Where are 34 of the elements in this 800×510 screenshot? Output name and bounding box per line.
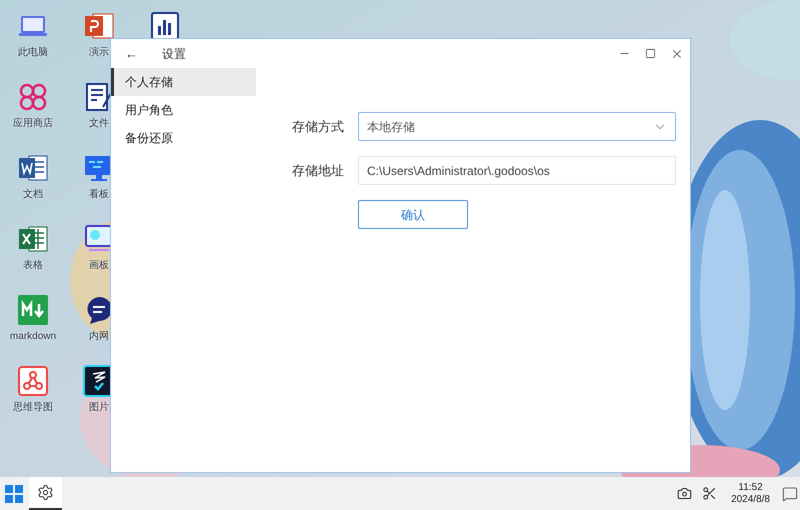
clover-icon (17, 81, 49, 113)
clock-date: 2024/8/8 (731, 494, 770, 506)
field-label: 存储地址 (291, 162, 344, 180)
taskbar-app-button[interactable] (29, 477, 62, 510)
desktop-icon-label[interactable]: 画板 (89, 260, 109, 272)
sidebar-item[interactable]: 个人存储 (111, 68, 256, 96)
desktop-icon-label[interactable]: 内网 (89, 331, 109, 343)
back-button[interactable]: ← (125, 44, 138, 64)
settings-icon (37, 484, 54, 501)
storage-select[interactable]: 本地存储 (358, 112, 676, 141)
confirm-button[interactable]: 确认 (358, 200, 468, 229)
desktop-icon-label[interactable]: 文件 (89, 118, 109, 130)
desktop-icon-label[interactable]: 文档 (23, 189, 43, 201)
window-title: 设置 (162, 46, 186, 62)
sidebar-item[interactable]: 备份还原 (111, 124, 256, 152)
camera-icon[interactable] (677, 486, 692, 501)
scissors-icon[interactable] (702, 486, 718, 501)
maximize-icon[interactable] (645, 48, 656, 59)
notification-icon[interactable] (782, 486, 798, 502)
desktop-icon-label[interactable]: 此电脑 (18, 47, 48, 59)
desktop-icon-label[interactable]: 表格 (23, 260, 43, 272)
desktop-icon-label[interactable]: 思维导图 (13, 402, 53, 414)
sidebar-item[interactable]: 用户角色 (111, 96, 256, 124)
markdown-icon (17, 294, 49, 326)
desktop-icon-label[interactable]: 应用商店 (13, 118, 53, 130)
desktop-icon-label[interactable]: 看板 (89, 189, 109, 201)
mind-map-icon (17, 365, 49, 397)
field-label: 存储方式 (291, 118, 344, 136)
desktop-icon-label[interactable]: 图片 (89, 402, 109, 414)
path-input[interactable]: C:\Users\Administrator\.godoos\os (358, 156, 676, 185)
desktop-icon-label[interactable]: 演示 (89, 47, 109, 59)
windows-logo-icon[interactable] (5, 484, 23, 502)
desktop-icon-label[interactable]: markdown (10, 331, 56, 343)
clock-time: 11:52 (738, 482, 763, 494)
